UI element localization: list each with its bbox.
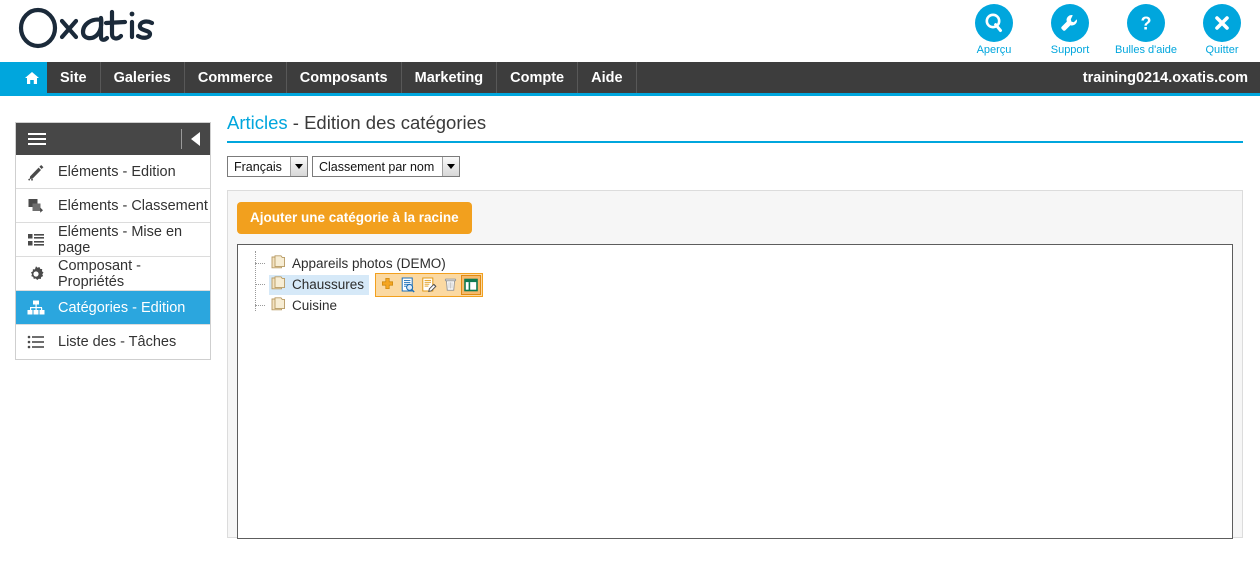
language-select[interactable]: Français	[227, 156, 308, 177]
sidebar-item-label: Eléments - Edition	[58, 164, 176, 180]
tree-item-chaussures[interactable]: Chaussures	[269, 275, 369, 295]
page-title: Articles - Edition des catégories	[227, 112, 1243, 141]
bulles-aide-label: Bulles d'aide	[1115, 44, 1177, 57]
sidebar-item-label: Eléments - Classement	[58, 198, 208, 214]
pencil-icon	[27, 163, 49, 181]
preview-category-action[interactable]	[398, 275, 418, 295]
top-header: Aperçu Support ? Bulles d'aide	[0, 0, 1260, 62]
tree-item-cuisine[interactable]: Cuisine	[269, 296, 342, 316]
tree-item-label: Appareils photos (DEMO)	[292, 256, 446, 271]
chevron-down-icon[interactable]	[290, 157, 307, 176]
bulles-aide-button[interactable]: ? Bulles d'aide	[1116, 4, 1176, 57]
filter-bar: Français Classement par nom	[227, 156, 1243, 177]
home-icon[interactable]	[16, 62, 47, 93]
tree-item-appareils-photos[interactable]: Appareils photos (DEMO)	[269, 254, 451, 274]
nav-item-galeries[interactable]: Galeries	[101, 62, 185, 93]
folder-icon	[271, 255, 286, 273]
categories-panel: Ajouter une catégorie à la racine Appare…	[227, 190, 1243, 538]
gear-icon	[27, 265, 49, 283]
support-label: Support	[1051, 44, 1090, 57]
question-icon: ?	[1127, 4, 1165, 42]
add-subcategory-action[interactable]	[377, 275, 397, 295]
sort-select[interactable]: Classement par nom	[312, 156, 460, 177]
apercu-button[interactable]: Aperçu	[964, 4, 1024, 57]
nav-item-commerce[interactable]: Commerce	[185, 62, 287, 93]
sidebar-item-elements-classement[interactable]: Eléments - Classement	[16, 189, 210, 223]
hamburger-icon[interactable]	[28, 130, 46, 148]
close-x-icon	[1203, 4, 1241, 42]
sidebar-item-elements-mise-en-page[interactable]: Eléments - Mise en page	[16, 223, 210, 257]
main-navigation: Site Galeries Commerce Composants Market…	[0, 62, 1260, 96]
sidebar-header	[16, 123, 210, 155]
nav-item-aide[interactable]: Aide	[578, 62, 636, 93]
sidebar-header-divider	[181, 129, 182, 149]
sidebar-item-liste-des-taches[interactable]: Liste des - Tâches	[16, 325, 210, 359]
sort-select-value: Classement par nom	[313, 157, 442, 176]
folder-icon	[271, 276, 286, 294]
category-tree: Appareils photos (DEMO) Chaussures	[249, 253, 1232, 316]
main-content: Articles - Edition des catégories França…	[227, 112, 1243, 538]
layout-category-action[interactable]	[461, 275, 481, 295]
sidebar-item-label: Liste des - Tâches	[58, 334, 176, 350]
quitter-label: Quitter	[1205, 44, 1238, 57]
support-button[interactable]: Support	[1040, 4, 1100, 57]
oxatis-logo[interactable]	[16, 6, 166, 54]
nav-item-compte[interactable]: Compte	[497, 62, 578, 93]
sidebar-item-label: Eléments - Mise en page	[58, 224, 210, 256]
sidebar-item-elements-edition[interactable]: Eléments - Edition	[16, 155, 210, 189]
tree-node: Appareils photos (DEMO)	[255, 253, 1232, 274]
sidebar: Eléments - Edition Eléments - Classement…	[15, 122, 211, 360]
svg-text:?: ?	[1141, 14, 1152, 34]
chevron-down-icon[interactable]	[442, 157, 459, 176]
sidebar-item-composant-proprietes[interactable]: Composant - Propriétés	[16, 257, 210, 291]
tree-item-label: Cuisine	[292, 298, 337, 313]
sidebar-item-label: Composant - Propriétés	[58, 258, 210, 290]
magnifier-icon	[975, 4, 1013, 42]
category-tree-box: Appareils photos (DEMO) Chaussures	[237, 244, 1233, 539]
add-root-category-button[interactable]: Ajouter une catégorie à la racine	[237, 202, 472, 234]
folder-icon	[271, 297, 286, 315]
tree-node: Cuisine	[255, 295, 1232, 316]
page-title-accent: Articles	[227, 112, 288, 133]
account-domain-label: training0214.oxatis.com	[1071, 62, 1260, 93]
wrench-icon	[1051, 4, 1089, 42]
bullet-list-icon	[27, 333, 49, 351]
sitemap-icon	[27, 299, 49, 317]
page-title-rest: - Edition des catégories	[288, 112, 486, 133]
apercu-label: Aperçu	[977, 44, 1012, 57]
sidebar-item-label: Catégories - Edition	[58, 300, 185, 316]
nav-item-composants[interactable]: Composants	[287, 62, 402, 93]
chevron-left-icon[interactable]	[191, 132, 200, 146]
delete-category-action[interactable]	[440, 275, 460, 295]
nav-item-marketing[interactable]: Marketing	[402, 62, 498, 93]
edit-category-action[interactable]	[419, 275, 439, 295]
quitter-button[interactable]: Quitter	[1192, 4, 1252, 57]
tree-item-label: Chaussures	[292, 277, 364, 292]
tree-node: Chaussures	[255, 274, 1232, 295]
sidebar-item-categories-edition[interactable]: Catégories - Edition	[16, 291, 210, 325]
language-select-value: Français	[228, 157, 290, 176]
category-action-toolbar	[375, 273, 483, 297]
nav-item-site[interactable]: Site	[47, 62, 101, 93]
title-underline	[227, 141, 1243, 143]
list-blocks-icon	[27, 231, 49, 249]
layers-icon	[27, 197, 49, 215]
header-actions: Aperçu Support ? Bulles d'aide	[964, 4, 1252, 57]
